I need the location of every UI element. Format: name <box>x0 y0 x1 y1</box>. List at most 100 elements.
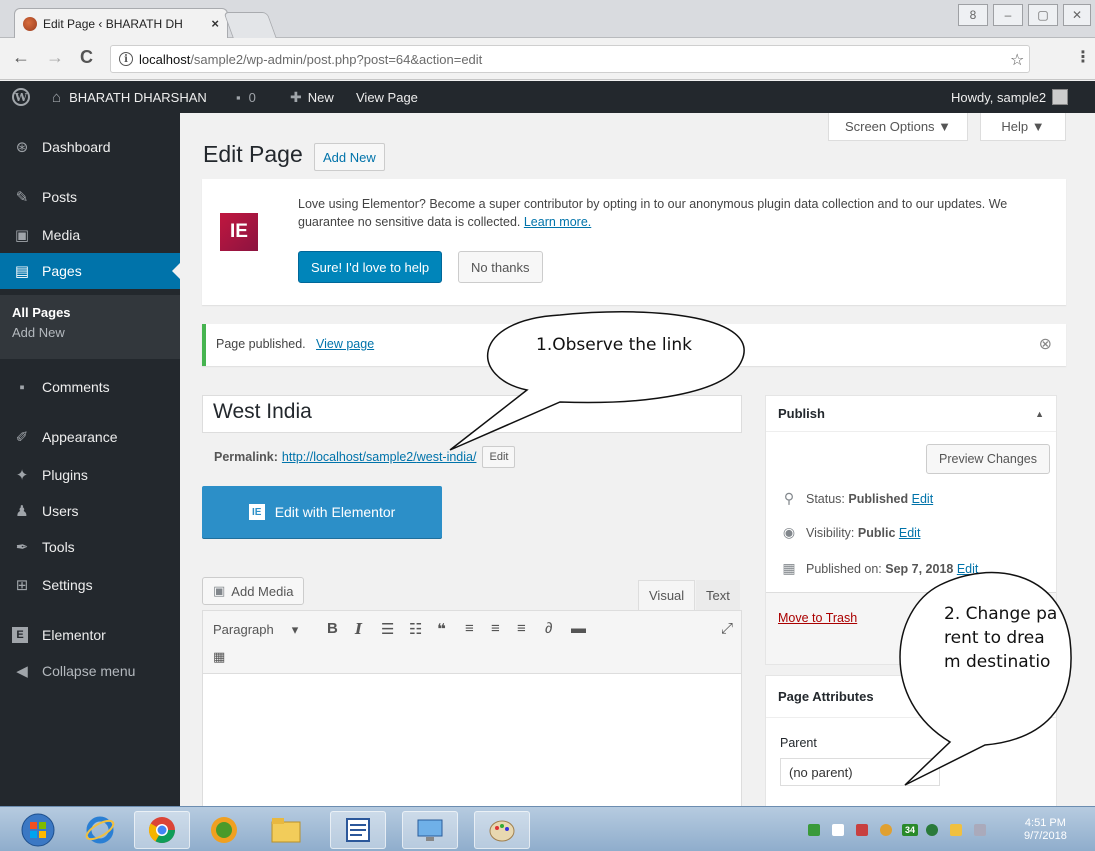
collapse-toggle-icon[interactable]: ▲ <box>1035 409 1044 419</box>
bold-icon[interactable]: B <box>327 620 338 637</box>
word-button[interactable] <box>330 811 386 849</box>
blockquote-icon[interactable]: ❝ <box>437 620 446 638</box>
eye-icon: ◉ <box>782 524 796 540</box>
permalink-trail: / <box>473 450 477 464</box>
site-name-link[interactable]: ⌂ BHARATH DHARSHAN <box>52 81 207 113</box>
add-new-page-button[interactable]: Add New <box>314 143 385 171</box>
sidebar-item-posts[interactable]: ✎ Posts <box>0 179 180 215</box>
dismiss-icon[interactable]: ⊗ <box>1039 334 1052 354</box>
back-arrow-icon[interactable]: ← <box>12 47 30 68</box>
optin-decline-button[interactable]: No thanks <box>458 251 543 283</box>
media-player-button[interactable] <box>196 811 252 849</box>
publish-box-title: Publish <box>778 406 825 421</box>
editor-toolbar: Paragraph ▾ B I ☰ ☷ ❝ ≡ ≡ ≡ ∂ ▬ ⤢ ▦ <box>202 610 742 674</box>
submenu-all-pages[interactable]: All Pages <box>12 305 71 320</box>
paint-button[interactable] <box>474 811 530 849</box>
info-icon[interactable]: i <box>119 52 133 66</box>
new-content-link[interactable]: ✚ New <box>290 81 334 113</box>
tray-network-icon[interactable] <box>808 824 820 836</box>
user-profile-icon[interactable]: 8 <box>958 4 988 26</box>
remote-desktop-button[interactable] <box>402 811 458 849</box>
move-to-trash-link[interactable]: Move to Trash <box>778 611 857 625</box>
edit-with-elementor-label: Edit with Elementor <box>274 504 396 520</box>
sidebar-item-media[interactable]: ▣ Media <box>0 217 180 253</box>
view-page-link[interactable]: View Page <box>356 81 418 113</box>
visibility-edit-link[interactable]: Edit <box>899 526 921 540</box>
edit-with-elementor-button[interactable]: IE Edit with Elementor <box>202 486 442 538</box>
view-page-link[interactable]: View page <box>316 337 374 351</box>
sidebar-item-comments[interactable]: ▪ Comments <box>0 369 180 405</box>
published-on-edit-link[interactable]: Edit <box>957 562 979 576</box>
align-center-icon[interactable]: ≡ <box>491 620 500 637</box>
comments-link[interactable]: ▪ 0 <box>236 81 256 113</box>
tab-text[interactable]: Text <box>696 580 740 610</box>
screen-options-button[interactable]: Screen Options ▼ <box>828 113 968 141</box>
collapse-menu-button[interactable]: ◀ Collapse menu <box>0 653 180 689</box>
my-account-menu[interactable]: Howdy, sample2 <box>951 81 1069 113</box>
tray-security-icon[interactable] <box>856 824 868 836</box>
tray-counter-icon[interactable]: 34 <box>902 824 918 836</box>
start-button[interactable] <box>10 811 66 849</box>
sidebar-item-elementor[interactable]: E Elementor <box>0 617 180 653</box>
fullscreen-icon[interactable]: ⤢ <box>721 620 733 637</box>
chrome-button[interactable] <box>134 811 190 849</box>
home-icon: ⌂ <box>52 88 62 106</box>
sidebar-item-pages[interactable]: ▤ Pages <box>0 253 180 289</box>
content-editor[interactable] <box>202 674 742 806</box>
maximize-icon[interactable]: ▢ <box>1028 4 1058 26</box>
parent-select[interactable]: (no parent) <box>780 758 940 786</box>
url-field[interactable]: i localhost/sample2/wp-admin/post.php?po… <box>110 45 1030 73</box>
learn-more-link[interactable]: Learn more. <box>524 215 591 229</box>
optin-accept-button[interactable]: Sure! I'd love to help <box>298 251 443 283</box>
link-icon[interactable]: ∂ <box>545 620 552 637</box>
help-button[interactable]: Help ▼ <box>980 113 1066 141</box>
sidebar-item-plugins[interactable]: ✦ Plugins <box>0 457 180 493</box>
close-window-icon[interactable]: ✕ <box>1063 4 1091 26</box>
status-edit-link[interactable]: Edit <box>912 492 934 506</box>
publish-box-header[interactable]: Publish ▲ <box>766 396 1056 432</box>
reload-icon[interactable]: C <box>80 47 93 68</box>
tray-battery-icon[interactable] <box>950 824 962 836</box>
tab-close-icon[interactable]: × <box>211 16 219 31</box>
tray-refresh-icon[interactable] <box>926 824 938 836</box>
italic-icon[interactable]: I <box>355 620 362 638</box>
read-more-icon[interactable]: ▬ <box>571 620 586 637</box>
page-attributes-header[interactable]: Page Attributes <box>766 676 1056 718</box>
tab-visual[interactable]: Visual <box>638 580 696 610</box>
tray-volume-icon[interactable] <box>974 824 986 836</box>
numbered-list-icon[interactable]: ☷ <box>409 620 422 638</box>
sidebar-item-tools[interactable]: ✒ Tools <box>0 529 180 565</box>
sidebar-item-settings[interactable]: ⊞ Settings <box>0 567 180 603</box>
forward-arrow-icon[interactable]: → <box>46 47 64 68</box>
toolbar-toggle-icon[interactable]: ▦ <box>213 649 225 665</box>
sidebar-item-users[interactable]: ♟ Users <box>0 493 180 529</box>
format-select[interactable]: Paragraph ▾ <box>213 622 298 638</box>
align-left-icon[interactable]: ≡ <box>465 620 474 637</box>
dashboard-icon: ⊛ <box>15 139 29 156</box>
file-explorer-button[interactable] <box>258 811 314 849</box>
tray-update-icon[interactable] <box>880 824 892 836</box>
sidebar-item-label: Elementor <box>42 627 106 643</box>
bulleted-list-icon[interactable]: ☰ <box>381 620 394 638</box>
preview-changes-button[interactable]: Preview Changes <box>926 444 1050 474</box>
clock[interactable]: 4:51 PM 9/7/2018 <box>1024 817 1067 843</box>
add-media-button[interactable]: ▣ Add Media <box>202 577 305 605</box>
tray-flag-icon[interactable] <box>832 824 844 836</box>
elementor-logo: IE <box>220 213 258 251</box>
browser-tab[interactable]: Edit Page ‹ BHARATH DH × <box>14 8 228 38</box>
permalink-link[interactable]: http://localhost/sample2/west-india/ <box>282 450 477 464</box>
page-attributes-title: Page Attributes <box>778 689 874 704</box>
sidebar-item-dashboard[interactable]: ⊛ Dashboard <box>0 129 180 165</box>
page-title-input[interactable]: West India <box>202 395 742 433</box>
submenu-add-new[interactable]: Add New <box>12 325 65 340</box>
align-right-icon[interactable]: ≡ <box>517 620 526 637</box>
internet-explorer-button[interactable] <box>72 811 128 849</box>
minimize-icon[interactable]: – <box>993 4 1023 26</box>
browser-menu-icon[interactable]: ⋮ <box>1075 47 1091 67</box>
sidebar-item-appearance[interactable]: ✐ Appearance <box>0 419 180 455</box>
new-tab-button[interactable] <box>223 12 277 38</box>
wp-logo-button[interactable]: W <box>12 81 30 113</box>
edit-permalink-button[interactable]: Edit <box>482 446 516 468</box>
bookmark-star-icon[interactable]: ☆ <box>1010 50 1024 70</box>
word-icon <box>346 818 370 842</box>
